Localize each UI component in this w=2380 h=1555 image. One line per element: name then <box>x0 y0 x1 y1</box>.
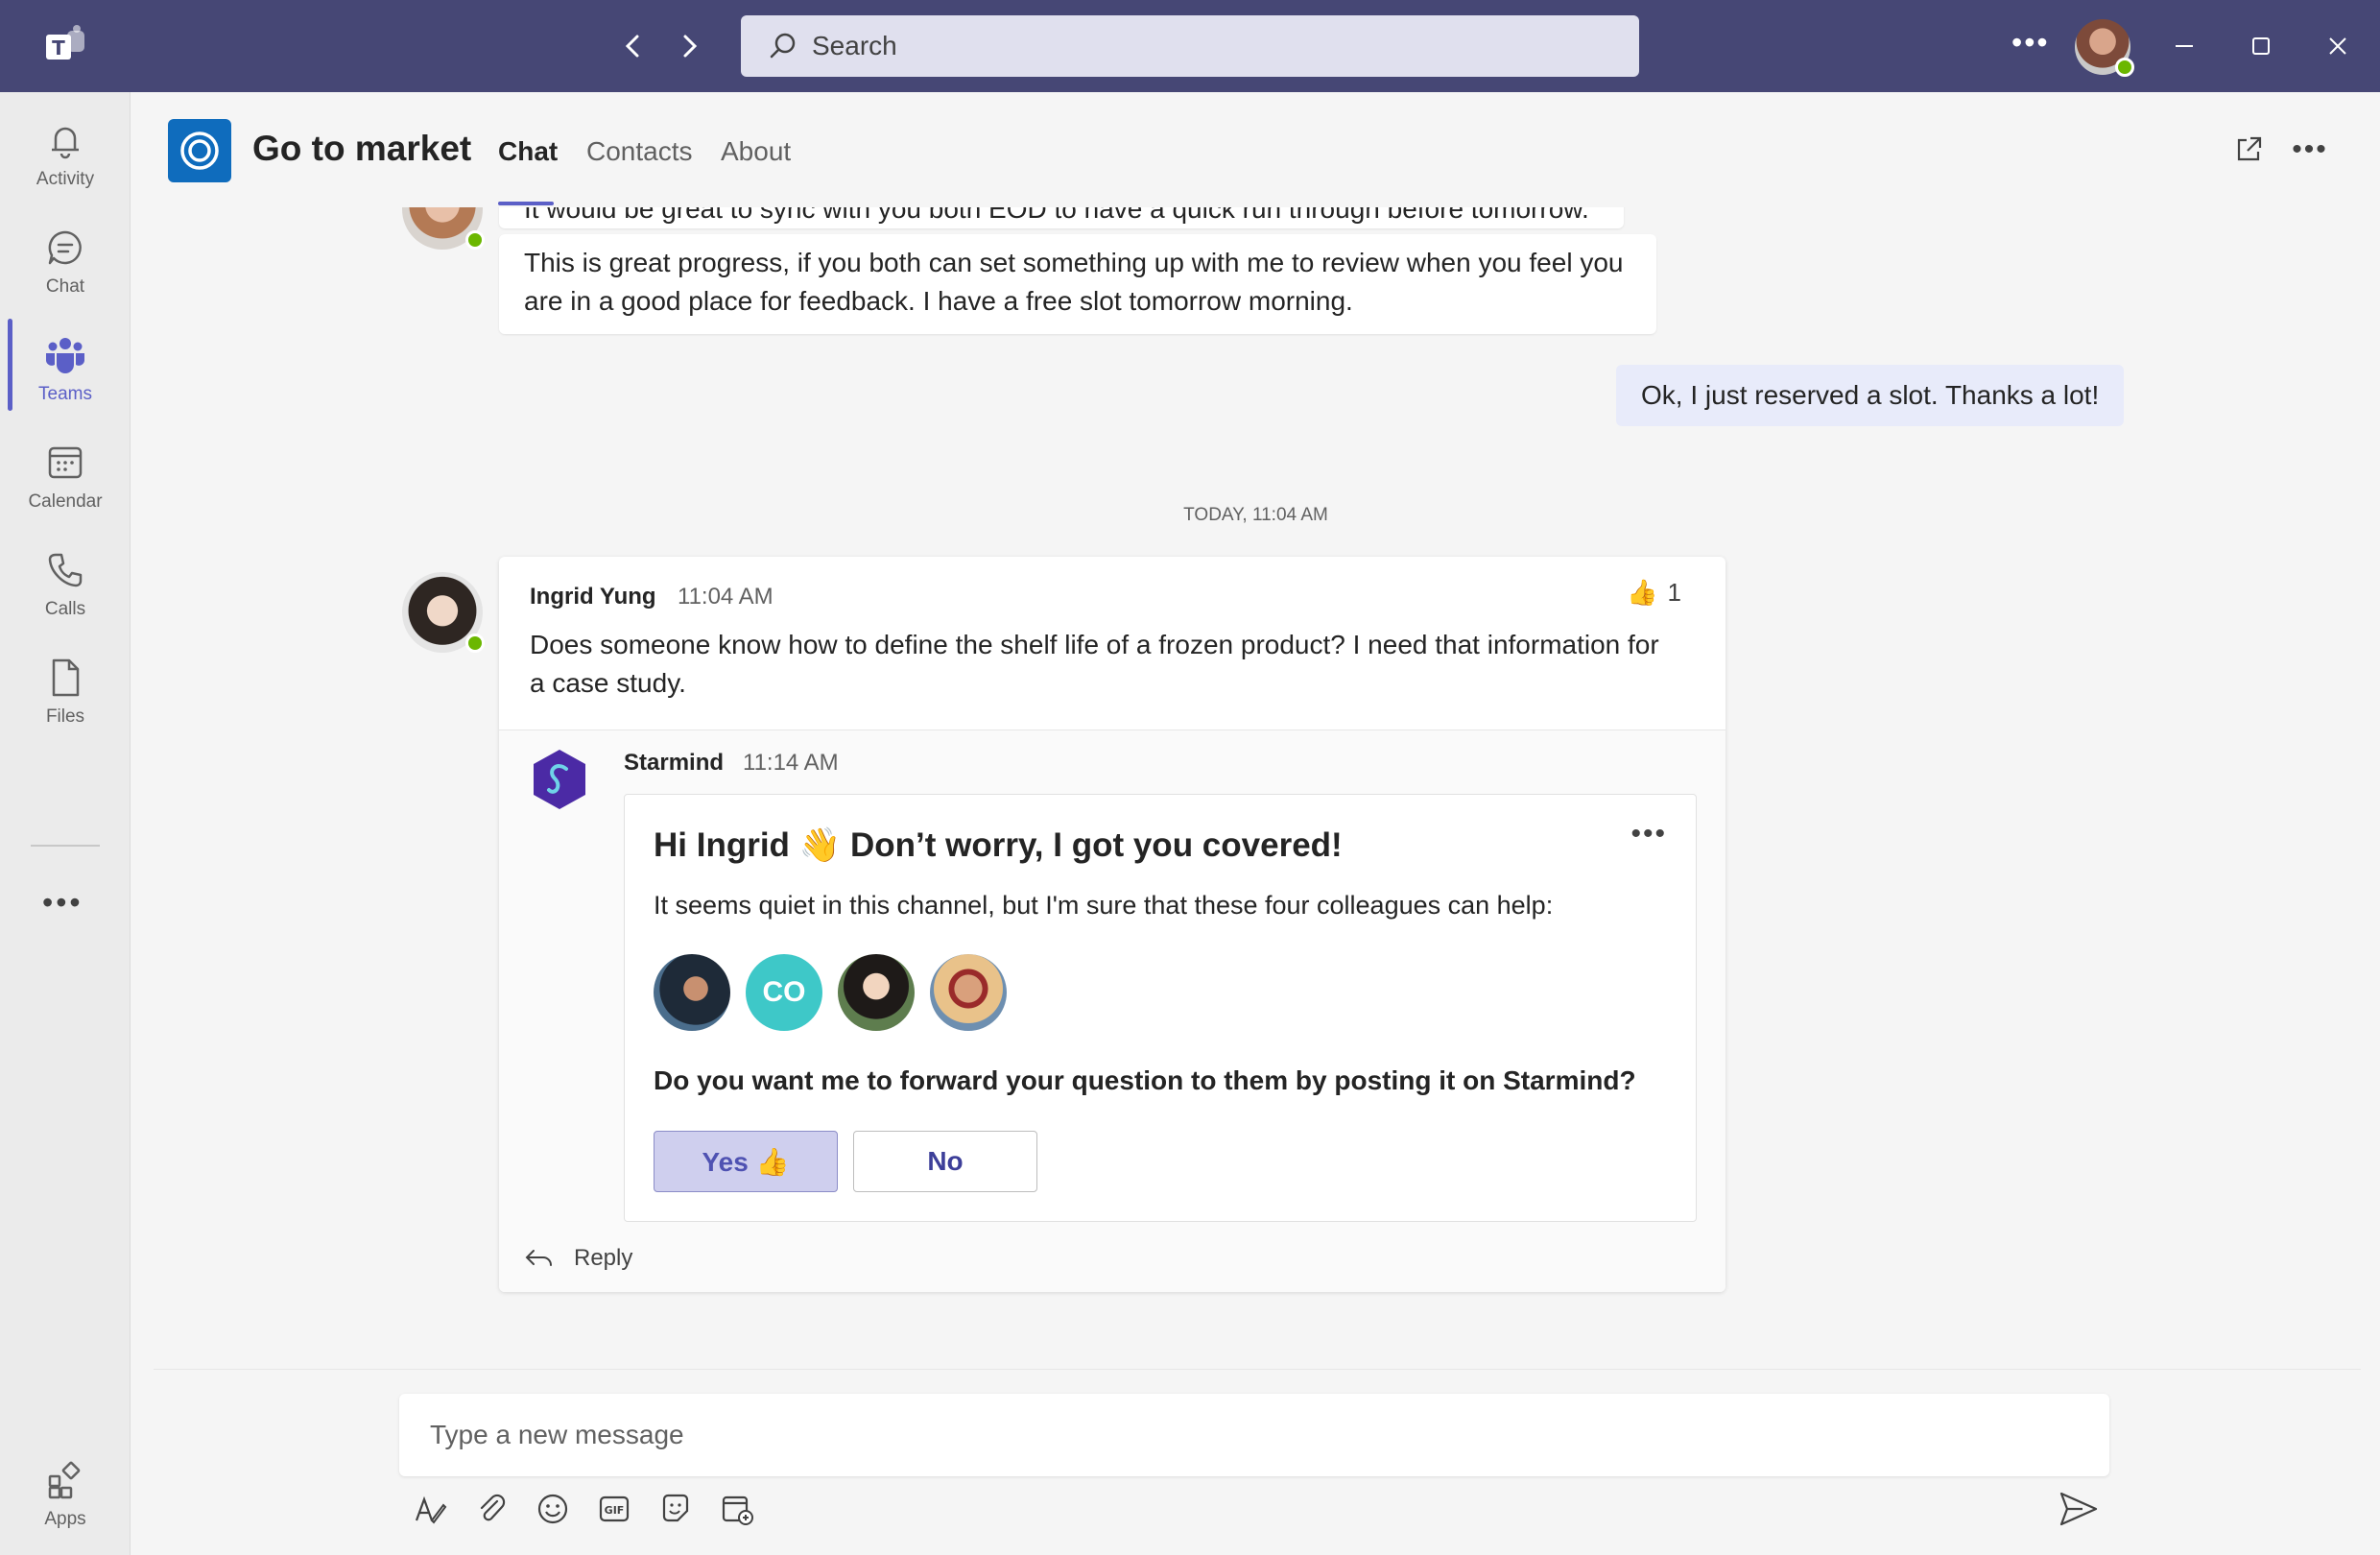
colleague-avatar[interactable]: CO <box>746 954 822 1031</box>
reply-thread: Starmind 11:14 AM Hi Ingrid 👋 Don’t worr… <box>499 730 1726 1292</box>
app-rail: Activity Chat Teams Calendar Calls Files… <box>0 92 131 1555</box>
teams-icon <box>46 338 84 373</box>
chat-icon <box>48 230 82 265</box>
rail-label: Teams <box>38 384 92 404</box>
emoji-icon[interactable] <box>534 1490 572 1528</box>
message-input[interactable] <box>430 1420 2061 1450</box>
rail-item-chat[interactable]: Chat <box>0 211 131 311</box>
channel-title: Go to market <box>252 129 472 168</box>
my-message-bubble: Ok, I just reserved a slot. Thanks a lot… <box>1616 365 2125 426</box>
rail-label: Files <box>45 706 85 727</box>
format-icon[interactable] <box>411 1490 449 1528</box>
starmind-logo-icon[interactable] <box>528 748 591 811</box>
rail-divider <box>31 845 100 847</box>
colleague-avatar[interactable] <box>930 954 1007 1031</box>
reaction-count: 1 <box>1667 578 1681 607</box>
rail-item-apps[interactable]: Apps <box>0 1444 131 1543</box>
avatar[interactable] <box>402 572 485 653</box>
svg-text:T: T <box>52 36 65 60</box>
attach-icon[interactable] <box>472 1490 511 1528</box>
compose-separator <box>154 1369 2361 1370</box>
phone-icon <box>48 553 83 587</box>
active-tab-indicator <box>498 202 554 205</box>
send-icon[interactable] <box>2058 1490 2100 1528</box>
more-options-icon[interactable]: ••• <box>2011 25 2050 60</box>
rail-item-files[interactable]: Files <box>0 641 131 741</box>
adaptive-card: Hi Ingrid 👋 Don’t worry, I got you cover… <box>624 794 1697 1222</box>
reply-button[interactable]: Reply <box>524 1245 632 1272</box>
post-author[interactable]: Ingrid Yung <box>530 584 656 610</box>
teams-logo-icon[interactable]: T <box>42 25 88 67</box>
search-box[interactable] <box>741 15 1639 77</box>
svg-text:GIF: GIF <box>605 1504 625 1517</box>
message-bubble: It would be great to sync with you both … <box>499 207 1624 228</box>
bell-icon <box>52 127 79 159</box>
tab-chat[interactable]: Chat <box>498 136 558 167</box>
gif-icon[interactable]: GIF <box>595 1490 633 1528</box>
rail-label: Calls <box>44 599 86 619</box>
message-list: It would be great to sync with you both … <box>131 207 2380 1369</box>
more-apps-icon[interactable]: ••• <box>42 885 83 921</box>
rail-item-activity[interactable]: Activity <box>0 104 131 203</box>
bot-timestamp: 11:14 AM <box>743 750 839 776</box>
presence-available-icon <box>465 634 485 653</box>
thumbs-up-icon: 👍 <box>1627 578 1658 607</box>
rail-label: Calendar <box>28 491 103 512</box>
tab-contacts[interactable]: Contacts <box>586 136 693 167</box>
rail-item-calls[interactable]: Calls <box>0 534 131 634</box>
search-input[interactable] <box>812 31 1580 61</box>
maximize-icon[interactable] <box>2238 23 2284 69</box>
pop-out-icon[interactable] <box>2229 131 2268 169</box>
calendar-icon <box>48 446 83 479</box>
reaction-like[interactable]: 👍 1 <box>1627 578 1681 608</box>
rail-label: Activity <box>36 169 95 189</box>
message-bubble: This is great progress, if you both can … <box>499 234 1656 334</box>
channel-post: Ingrid Yung 11:04 AM 👍 1 Does someone kn… <box>499 557 1726 1292</box>
file-icon <box>52 658 80 697</box>
no-button[interactable]: No <box>853 1131 1037 1192</box>
tab-about[interactable]: About <box>721 136 791 167</box>
card-text: It seems quiet in this channel, but I'm … <box>654 891 1554 920</box>
search-icon <box>770 33 796 59</box>
sticker-icon[interactable] <box>656 1490 695 1528</box>
colleague-avatar[interactable] <box>838 954 915 1031</box>
colleague-avatar[interactable] <box>654 954 730 1031</box>
reply-arrow-icon <box>525 1250 552 1266</box>
schedule-meeting-icon[interactable] <box>718 1490 756 1528</box>
forward-arrow-icon[interactable] <box>670 27 708 65</box>
card-question: Do you want me to forward your question … <box>654 1065 1636 1095</box>
minimize-icon[interactable] <box>2161 23 2207 69</box>
rail-item-calendar[interactable]: Calendar <box>0 426 131 526</box>
message-text: This is great progress, if you both can … <box>524 248 1624 316</box>
back-arrow-icon[interactable] <box>614 27 653 65</box>
presence-available-icon <box>2115 58 2134 77</box>
user-avatar[interactable] <box>2075 19 2134 77</box>
channel-icon <box>168 119 231 182</box>
message-text: Ok, I just reserved a slot. Thanks a lot… <box>1641 380 2100 410</box>
header-more-icon[interactable]: ••• <box>2291 131 2329 169</box>
presence-available-icon <box>465 230 485 250</box>
bot-name[interactable]: Starmind <box>624 750 724 777</box>
avatar[interactable] <box>402 207 485 250</box>
reply-label: Reply <box>574 1245 633 1271</box>
card-more-icon[interactable]: ••• <box>1630 818 1667 850</box>
title-bar: T ••• <box>0 0 2380 92</box>
close-icon[interactable] <box>2315 23 2361 69</box>
card-title: Hi Ingrid 👋 Don’t worry, I got you cover… <box>654 826 1343 864</box>
compose-box[interactable] <box>399 1394 2109 1476</box>
channel-header: Go to market Chat Contacts About ••• <box>131 92 2380 207</box>
post-text: Does someone know how to define the shel… <box>530 630 1659 698</box>
colleague-initials: CO <box>762 976 806 1008</box>
message-text: It would be great to sync with you both … <box>524 207 1589 224</box>
apps-icon <box>48 1461 81 1499</box>
rail-item-teams[interactable]: Teams <box>0 319 131 419</box>
rail-label: Apps <box>44 1509 86 1529</box>
rail-label: Chat <box>45 276 85 297</box>
yes-button[interactable]: Yes 👍 <box>654 1131 838 1192</box>
date-divider: TODAY, 11:04 AM <box>1183 505 1328 525</box>
post-timestamp: 11:04 AM <box>678 584 774 610</box>
